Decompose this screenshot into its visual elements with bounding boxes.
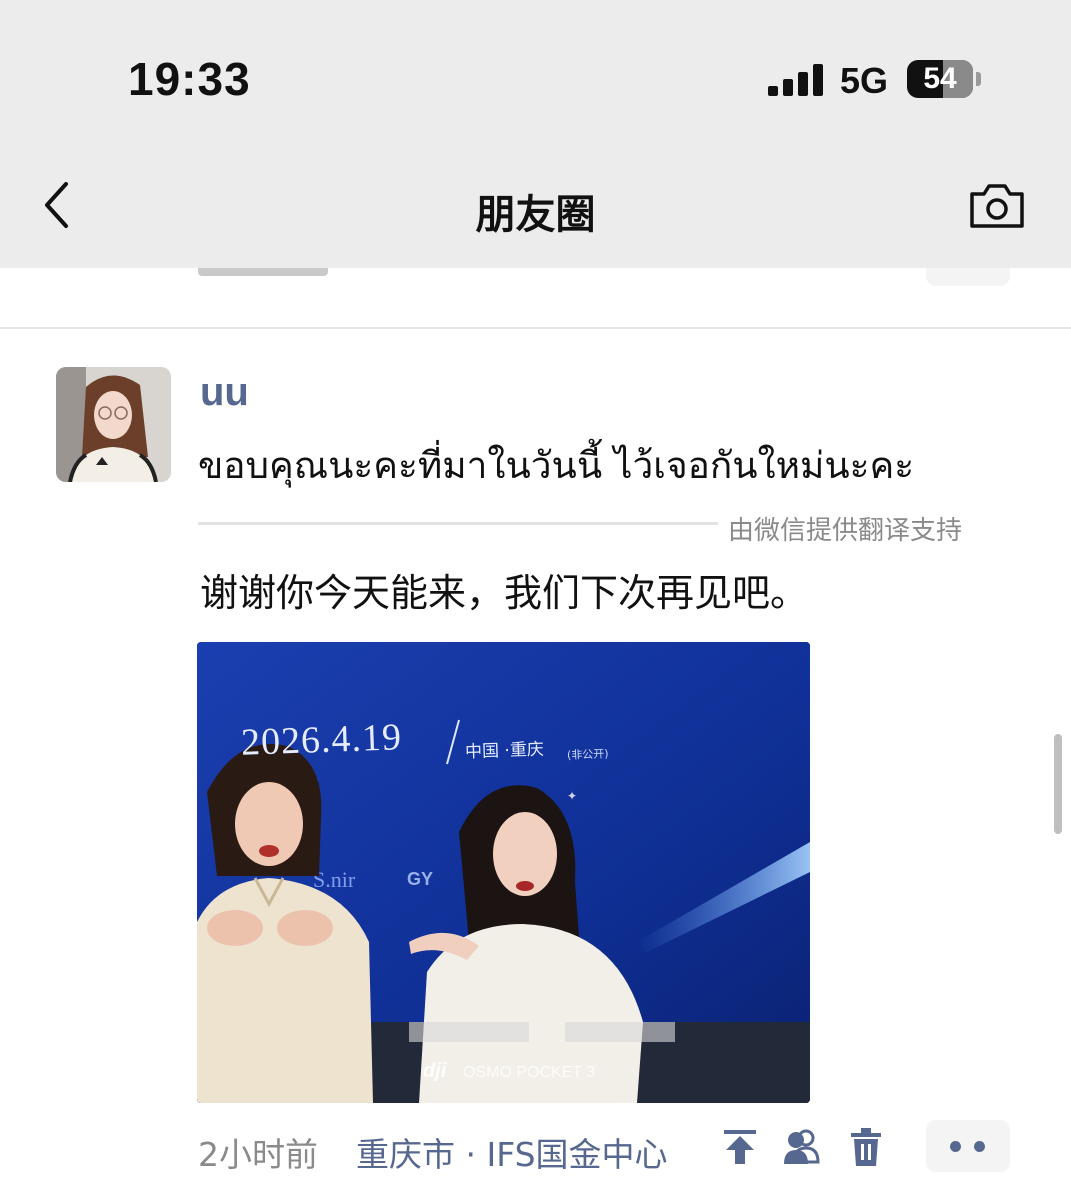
svg-text:GY: GY (407, 869, 433, 889)
username[interactable]: uu (200, 370, 249, 415)
signal-icon (768, 64, 824, 96)
photo-watermark-product: OSMO POCKET 3 (463, 1064, 596, 1081)
more-icon (950, 1141, 961, 1152)
post-text: ขอบคุณนะคะที่มาในวันนี้ ไว้เจอกันใหม่นะค… (198, 444, 915, 487)
more-button[interactable] (926, 1120, 1010, 1172)
svg-text:S.nir: S.nir (313, 867, 356, 892)
photo-watermark-brand: dji (423, 1060, 447, 1082)
avatar-image (56, 367, 171, 482)
previous-post-time (198, 268, 398, 278)
page-title: 朋友圈 (475, 192, 596, 238)
battery-level: 54 (923, 62, 957, 95)
delete-button[interactable] (846, 1126, 886, 1168)
photo-date: 2026.4.19 (240, 716, 403, 764)
translated-text: 谢谢你今天能来，我们下次再见吧。 (200, 571, 809, 615)
post-location[interactable]: 重庆市 · IFS国金中心 (356, 1128, 668, 1176)
camera-icon (970, 184, 1024, 228)
post-divider (0, 327, 1071, 329)
battery-icon: 54 (907, 60, 973, 98)
photo-location: 中国 ·重庆 (464, 739, 545, 763)
previous-post-more-button[interactable] (926, 268, 1010, 286)
trash-icon (851, 1128, 881, 1166)
share-icon (724, 1130, 756, 1164)
post-photo[interactable]: ✦ S.nir GY ✦ 2026.4.19 中国 ·重庆 (非公开) dji … (197, 642, 810, 1103)
translation-divider (198, 522, 718, 525)
translation-credit: 由微信提供翻译支持 (728, 516, 963, 546)
camera-button[interactable] (968, 182, 1026, 230)
top-bar: 19:33 5G 54 朋友圈 (0, 0, 1071, 268)
visible-to-button[interactable] (782, 1126, 822, 1168)
svg-text:✦: ✦ (567, 789, 577, 803)
share-button[interactable] (720, 1126, 760, 1168)
scrollbar[interactable] (1054, 734, 1062, 834)
visible-to-icon (784, 1129, 820, 1164)
status-time: 19:33 (128, 53, 251, 105)
network-type: 5G (840, 60, 889, 101)
event-photo-image: ✦ S.nir GY ✦ (197, 642, 810, 1103)
post-time: 2小时前 (198, 1135, 318, 1174)
avatar[interactable] (56, 367, 171, 482)
battery-nub (976, 72, 981, 86)
photo-location-note: (非公开) (566, 747, 609, 762)
more-icon-dot (974, 1141, 985, 1152)
